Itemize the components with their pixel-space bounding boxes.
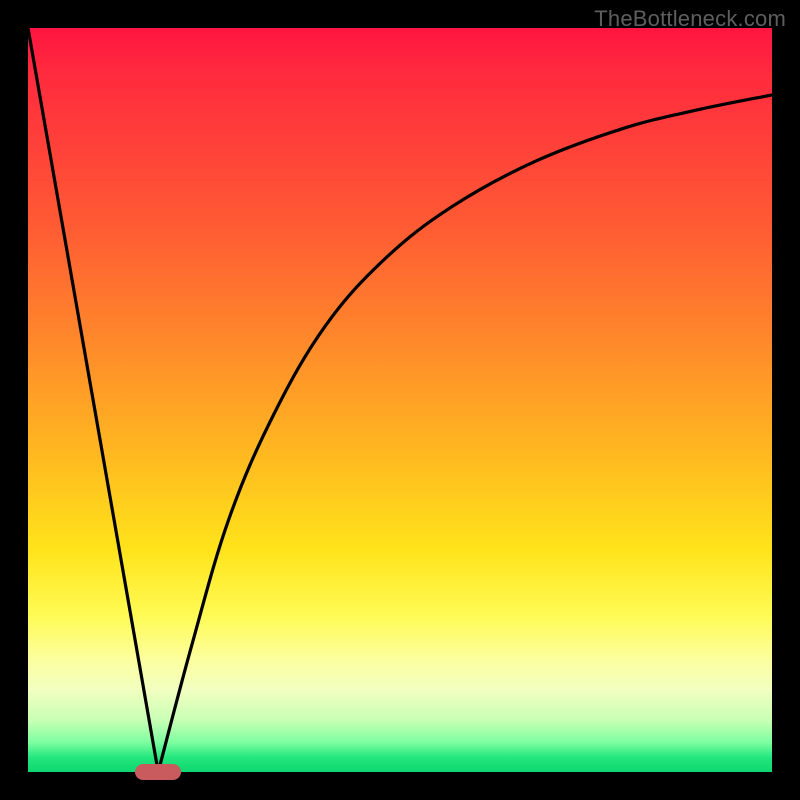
right-branch-line bbox=[158, 95, 772, 772]
optimal-marker bbox=[135, 764, 181, 780]
left-branch-line bbox=[28, 28, 158, 772]
chart-curves bbox=[28, 28, 772, 772]
plot-area bbox=[28, 28, 772, 772]
chart-frame: TheBottleneck.com bbox=[0, 0, 800, 800]
